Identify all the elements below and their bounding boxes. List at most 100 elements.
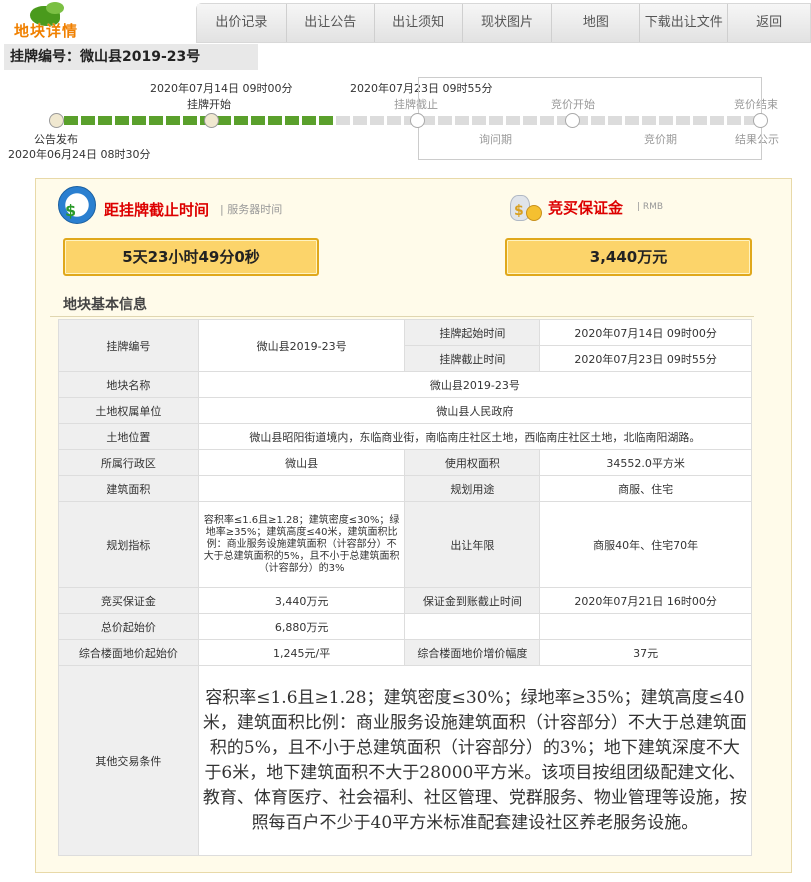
increment-label: 综合楼面地价增价幅度 xyxy=(404,639,541,666)
listing-code-bar: 挂牌编号：微山县2019-23号 xyxy=(4,44,258,70)
countdown-value: 5天23小时49分0秒 xyxy=(63,238,319,276)
usage-label: 规划用途 xyxy=(404,475,541,502)
section-title: 地块基本信息 xyxy=(63,297,147,313)
progress-segment xyxy=(727,116,741,125)
progress-segment xyxy=(387,116,401,125)
clock-money-icon: $ xyxy=(58,186,96,224)
progress-segment xyxy=(302,116,316,125)
progress-segment xyxy=(336,116,350,125)
build-area-label: 建筑面积 xyxy=(58,475,199,502)
land-name-value: 微山县2019-23号 xyxy=(197,371,753,398)
years-label: 出让年限 xyxy=(404,501,541,588)
owner-label: 土地权属单位 xyxy=(58,397,199,424)
start-time-value: 2020年07月14日 09时00分 xyxy=(539,319,752,346)
progress-segment xyxy=(183,116,197,125)
progress-segment xyxy=(166,116,180,125)
end-time-label: 挂牌截止时间 xyxy=(404,345,541,372)
end-time-value: 2020年07月23日 09时55分 xyxy=(539,345,752,372)
nav-announcement[interactable]: 出让公告 xyxy=(286,4,375,42)
plan-value: 容积率≤1.6且≥1.28；建筑密度≤30%；绿地率≥35%；建筑高度≤40米，… xyxy=(197,501,406,588)
nav-photos[interactable]: 现状图片 xyxy=(462,4,553,42)
top-nav: 出价记录 出让公告 出让须知 现状图片 地图 下载出让文件 返回 xyxy=(196,3,811,43)
progress-segment xyxy=(608,116,622,125)
progress-segment xyxy=(268,116,282,125)
progress-segment xyxy=(489,116,503,125)
countdown-title: 距挂牌截止时间 xyxy=(104,201,210,219)
nav-download[interactable]: 下载出让文件 xyxy=(640,4,729,42)
progress-segment xyxy=(676,116,690,125)
total-price-value: 6,880万元 xyxy=(197,613,406,640)
build-area-value xyxy=(197,475,406,502)
progress-segment xyxy=(149,116,163,125)
location-label: 土地位置 xyxy=(58,423,199,450)
floor-price-value: 1,245元/平 xyxy=(197,639,406,666)
progress-segment xyxy=(455,116,469,125)
increment-value: 37元 xyxy=(539,639,752,666)
page: 地块详情 出价记录 出让公告 出让须知 现状图片 地图 下载出让文件 返回 挂牌… xyxy=(0,0,811,882)
progress-segment xyxy=(642,116,656,125)
nav-notice[interactable]: 出让须知 xyxy=(374,4,463,42)
bid-end-node xyxy=(753,113,768,128)
publish-node xyxy=(49,113,64,128)
area-label: 使用权面积 xyxy=(404,449,541,476)
deadline-value: 2020年07月21日 16时00分 xyxy=(539,587,752,614)
progress-segment xyxy=(506,116,520,125)
total-price-label: 总价起始价 xyxy=(58,613,199,640)
progress-segment xyxy=(438,116,452,125)
progress-segment xyxy=(353,116,367,125)
progress-segment xyxy=(98,116,112,125)
progress-segment xyxy=(234,116,248,125)
money-bag-icon: $ xyxy=(508,183,544,223)
progress-segment xyxy=(472,116,486,125)
floor-price-label: 综合楼面地价起始价 xyxy=(58,639,199,666)
district-value: 微山县 xyxy=(197,449,406,476)
land-name-label: 地块名称 xyxy=(58,371,199,398)
listing-start-time: 2020年07月14日 09时00分 xyxy=(150,82,293,95)
progress-segment xyxy=(540,116,554,125)
logo: 地块详情 xyxy=(0,0,200,44)
progress-segment xyxy=(625,116,639,125)
owner-value: 微山县人民政府 xyxy=(197,397,753,424)
logo-text: 地块详情 xyxy=(14,22,79,40)
empty-cell xyxy=(539,613,752,640)
progress-segment xyxy=(217,116,231,125)
listing-no-label: 挂牌编号 xyxy=(58,319,199,372)
publish-time: 2020年06月24日 08时30分 xyxy=(8,148,151,161)
countdown-sub: | 服务器时间 xyxy=(220,203,283,216)
years-value: 商服40年、住宅70年 xyxy=(539,501,752,588)
listing-no-value: 微山县2019-23号 xyxy=(197,319,406,372)
other-terms-value: 容积率≤1.6且≥1.28；建筑密度≤30%；绿地率≥35%；建筑高度≤40米，… xyxy=(197,665,753,856)
deposit-cell-value: 3,440万元 xyxy=(197,587,406,614)
progress-segment xyxy=(285,116,299,125)
progress-segment xyxy=(64,116,78,125)
deposit-label: 竞买保证金 xyxy=(58,587,199,614)
bid-start-node xyxy=(565,113,580,128)
listing-end-node xyxy=(410,113,425,128)
progress-segment xyxy=(251,116,265,125)
progress-segment xyxy=(659,116,673,125)
nav-back[interactable]: 返回 xyxy=(728,4,811,42)
empty-cell xyxy=(404,613,541,640)
start-time-label: 挂牌起始时间 xyxy=(404,319,541,346)
nav-bid-records[interactable]: 出价记录 xyxy=(197,4,287,42)
area-value: 34552.0平方米 xyxy=(539,449,752,476)
progress-segment xyxy=(591,116,605,125)
nav-map[interactable]: 地图 xyxy=(552,4,641,42)
progress-segment xyxy=(319,116,333,125)
publish-label: 公告发布 xyxy=(34,133,78,146)
district-label: 所属行政区 xyxy=(58,449,199,476)
divider xyxy=(50,316,754,317)
progress-segment xyxy=(523,116,537,125)
progress-segment xyxy=(115,116,129,125)
progress-segment xyxy=(710,116,724,125)
deposit-value: 3,440万元 xyxy=(505,238,752,276)
progress-segment xyxy=(693,116,707,125)
leaf-icon xyxy=(46,2,64,14)
listing-start-node xyxy=(204,113,219,128)
deposit-sub: | RMB xyxy=(637,202,664,212)
deadline-label: 保证金到账截止时间 xyxy=(404,587,541,614)
other-terms-label: 其他交易条件 xyxy=(58,665,199,856)
land-info-table: 挂牌编号 微山县2019-23号 挂牌起始时间 2020年07月14日 09时0… xyxy=(58,319,753,856)
progress-segment xyxy=(132,116,146,125)
progress-segment xyxy=(81,116,95,125)
